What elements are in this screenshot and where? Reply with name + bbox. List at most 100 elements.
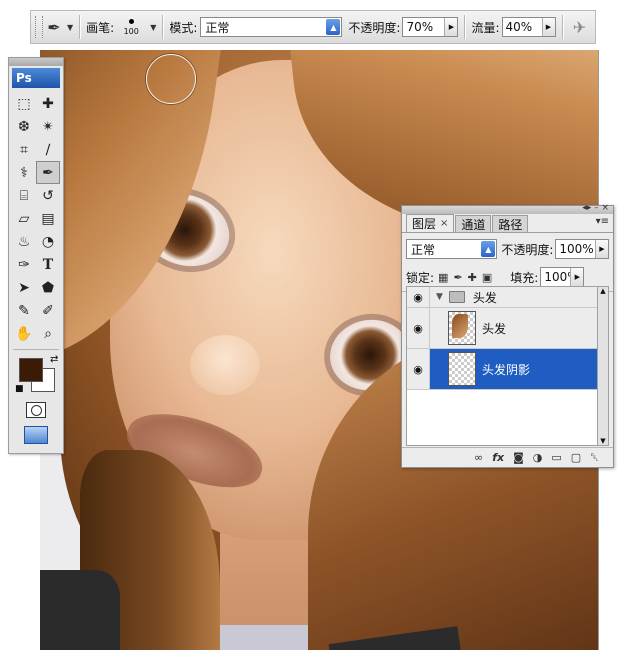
layer-row[interactable]: ◉ 头发 (407, 308, 598, 349)
select-arrows-icon: ▲︎ (326, 19, 341, 35)
panel-titlebar[interactable]: ◂▸ – × (402, 203, 613, 214)
lock-transparency-icon[interactable]: ▦ (438, 271, 448, 284)
history-brush-icon[interactable]: ↺ (36, 184, 60, 207)
quick-mask-icon[interactable] (26, 402, 46, 418)
tab-paths[interactable]: 路径 (492, 215, 529, 232)
panel-window-controls-icon[interactable]: ◂▸ – × (582, 203, 609, 213)
opacity-value: 70% (406, 20, 434, 34)
layer-row-selected[interactable]: ◉ 头发阴影 (407, 349, 598, 390)
type-icon[interactable]: T (36, 253, 60, 276)
tab-layers[interactable]: 图层 × (406, 214, 455, 232)
hand-icon[interactable]: ✋ (12, 322, 36, 345)
blur-icon[interactable]: ♨ (12, 230, 36, 253)
shape-icon[interactable]: ⬟ (36, 276, 60, 299)
foreground-color-swatch[interactable] (19, 358, 43, 382)
airbrush-icon[interactable]: ✈ (569, 16, 591, 38)
tool-preset-dropdown-icon[interactable]: ▼ (67, 23, 73, 32)
visibility-eye-icon[interactable]: ◉ (407, 308, 430, 348)
move-icon[interactable]: ✚ (36, 92, 60, 115)
fill-label: 填充: (510, 270, 539, 285)
expand-group-icon[interactable]: ▼ (436, 292, 443, 302)
add-mask-icon[interactable]: ◙ (513, 451, 524, 464)
layer-name: 头发 (472, 290, 497, 305)
tab-label: 通道 (461, 217, 486, 232)
brush-icon[interactable]: ✒ (36, 161, 60, 184)
scroll-up-icon[interactable]: ▲ (600, 287, 605, 295)
layers-list: ◉ ▼ 头发 ◉ 头发 ◉ 头发阴影 (406, 286, 599, 446)
ps-logo[interactable]: Ps (12, 68, 60, 88)
fill-slider-icon[interactable]: ▶ (570, 268, 584, 286)
slice-icon[interactable]: ∕ (36, 138, 60, 161)
eyedropper-icon[interactable]: ✐ (36, 299, 60, 322)
marquee-icon[interactable]: ⬚ (12, 92, 36, 115)
flow-value: 40% (505, 20, 533, 34)
close-tab-icon[interactable]: × (440, 218, 448, 229)
crop-icon[interactable]: ⌗ (12, 138, 36, 161)
select-arrows-icon: ▲︎ (481, 241, 496, 257)
layers-panel: ◂▸ – × 图层 × 通道 路径 ▾≡ 正常 ▲︎ 不透明度: 100% ▶ … (401, 203, 614, 468)
dodge-icon[interactable]: ◔ (36, 230, 60, 253)
mode-select[interactable]: 正常 ▲︎ (200, 17, 343, 37)
opacity-slider-icon[interactable]: ▶ (595, 240, 608, 258)
divider (79, 15, 81, 39)
lock-position-icon[interactable]: ✚ (468, 271, 477, 284)
fill-field[interactable]: 100% ▶ (540, 267, 585, 287)
options-bar: ✒ ▼ 画笔: 100 ▼ 模式: 正常 ▲︎ 不透明度: 70% ▶ 流量: … (30, 10, 596, 44)
flow-slider-icon[interactable]: ▶ (541, 18, 555, 36)
divider (13, 349, 59, 350)
layer-thumbnail (448, 311, 476, 345)
layer-group-row[interactable]: ◉ ▼ 头发 (407, 287, 598, 308)
brush-label: 画笔: (86, 20, 115, 35)
options-bar-grip[interactable] (35, 16, 43, 38)
lock-all-icon[interactable]: ▣ (482, 271, 492, 284)
layer-style-icon[interactable]: fx (492, 451, 504, 464)
visibility-eye-icon[interactable]: ◉ (407, 287, 430, 307)
visibility-eye-icon[interactable]: ◉ (407, 349, 430, 389)
gradient-icon[interactable]: ▤ (36, 207, 60, 230)
divider (162, 15, 164, 39)
new-group-icon[interactable]: ▭ (551, 451, 561, 464)
layer-opacity-value: 100% (559, 242, 594, 256)
brush-tip-preview (128, 18, 134, 24)
brush-picker-dropdown-icon[interactable]: ▼ (150, 23, 156, 32)
adjustment-layer-icon[interactable]: ◑ (533, 451, 543, 464)
default-colors-icon[interactable]: ■ (15, 384, 24, 394)
opacity-slider-icon[interactable]: ▶ (444, 18, 458, 36)
layer-name: 头发阴影 (482, 362, 531, 377)
tab-channels[interactable]: 通道 (455, 215, 492, 232)
nose-artwork (190, 335, 260, 395)
blend-mode-select[interactable]: 正常 ▲︎ (406, 239, 498, 259)
brush-preset-picker[interactable]: 100 (114, 13, 148, 41)
notes-icon[interactable]: ✎ (12, 299, 36, 322)
blend-row: 正常 ▲︎ 不透明度: 100% ▶ (402, 233, 613, 261)
layer-opacity-field[interactable]: 100% ▶ (555, 239, 609, 259)
pen-icon[interactable]: ✑ (12, 253, 36, 276)
delete-layer-icon[interactable]: ␡ (590, 451, 599, 465)
path-selection-icon[interactable]: ➤ (12, 276, 36, 299)
toolbox-titlebar[interactable] (9, 58, 63, 66)
scroll-down-icon[interactable]: ▼ (600, 437, 605, 445)
lock-pixels-icon[interactable]: ✒ (453, 271, 462, 284)
opacity-field[interactable]: 70% ▶ (402, 17, 459, 37)
healing-brush-icon[interactable]: ⚕ (12, 161, 36, 184)
new-layer-icon[interactable]: ▢ (571, 451, 581, 464)
tab-label: 图层 (412, 217, 437, 231)
swap-colors-icon[interactable]: ⇄ (50, 354, 58, 365)
layers-scrollbar[interactable]: ▲ ▼ (597, 286, 609, 446)
magic-wand-icon[interactable]: ✴ (36, 115, 60, 138)
folder-icon (448, 291, 465, 303)
divider (561, 15, 563, 39)
brush-icon[interactable]: ✒ (43, 16, 65, 38)
clone-stamp-icon[interactable]: ⌸ (12, 184, 36, 207)
eraser-icon[interactable]: ▱ (12, 207, 36, 230)
opacity-label: 不透明度: (348, 20, 401, 35)
panel-tabs: 图层 × 通道 路径 ▾≡ (402, 214, 613, 233)
screen-mode-icon[interactable] (24, 426, 48, 444)
link-layers-icon[interactable]: ∞ (474, 451, 483, 464)
zoom-icon[interactable]: ⌕ (36, 322, 60, 345)
flow-field[interactable]: 40% ▶ (501, 17, 556, 37)
lock-label: 锁定: (406, 270, 435, 285)
panel-menu-icon[interactable]: ▾≡ (596, 216, 609, 227)
layer-name: 头发 (482, 321, 507, 336)
lasso-icon[interactable]: ❆ (12, 115, 36, 138)
